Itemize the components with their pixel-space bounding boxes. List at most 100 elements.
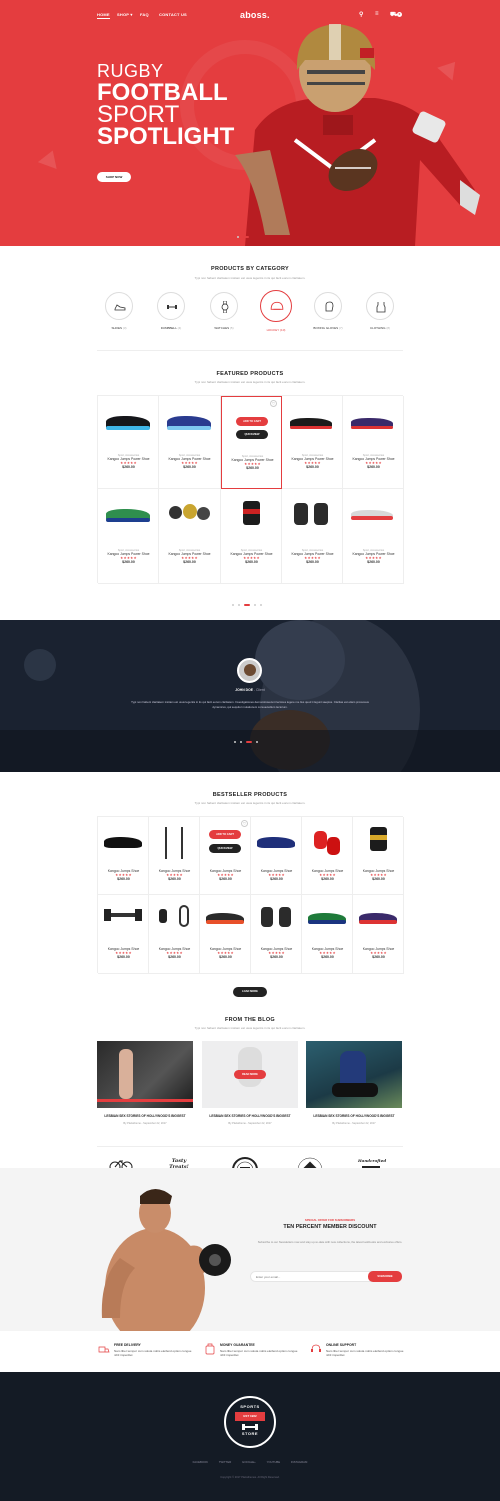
client-name: JOHN DOE - Client — [235, 688, 265, 692]
footer-link-facebook[interactable]: FACEBOOK — [193, 1460, 208, 1464]
product-card[interactable]: Kangoo Jumps Shoe ★★★★★ $260.00 — [302, 817, 353, 895]
product-card[interactable]: Sport, Accessories Kangoo Jumps Power Sho… — [282, 489, 343, 584]
product-card[interactable]: Kangoo Jumps Shoe ★★★★★ $260.00 — [251, 895, 302, 974]
blog-image[interactable] — [306, 1041, 402, 1108]
blog-meta: By Plazatheme - September 22, 2017 — [123, 1122, 167, 1125]
product-price: $260.00 — [245, 560, 258, 564]
category-shoes[interactable]: SHOES (3) — [99, 292, 139, 330]
hero-slider-dots[interactable] — [235, 228, 251, 238]
email-input[interactable] — [256, 1273, 356, 1281]
blog-post-title[interactable]: LESBIAN SEX STORIES OF HOLLYWOOD'S BIGGE… — [202, 1114, 298, 1118]
blog-image[interactable] — [97, 1041, 193, 1108]
subscribe-button[interactable]: SUBSCRIBE — [368, 1271, 402, 1282]
category-clothing[interactable]: CLOTHING (8) — [360, 292, 400, 330]
product-card[interactable]: Kangoo Jumps Shoe ★★★★★ $260.00 — [149, 817, 200, 895]
product-card[interactable]: Sport, Accessories Kangoo Jumps Power Sho… — [221, 489, 282, 584]
boxing-glove-icon — [325, 301, 334, 312]
featured-title: FEATURED PRODUCTS — [216, 371, 284, 377]
product-card[interactable]: Sport, Accessories Kangoo Jumps Power Sho… — [98, 396, 159, 489]
featured-grid: Sport, Accessories Kangoo Jumps Power Sho… — [97, 395, 404, 584]
quickview-button[interactable]: QUICKVIEW — [236, 430, 268, 439]
nav-home[interactable]: HOME — [97, 12, 110, 19]
copyright: Copyright © 2017 Plazathemes. All Right … — [220, 1476, 280, 1479]
footer-links: FACEBOOK TWITTER GOOGLE+ YOUTUBE INSTAGR… — [0, 1460, 500, 1464]
featured-subtitle: Typi non habent claritatem insitam est u… — [194, 380, 306, 384]
quickview-button[interactable]: QUICKVIEW — [209, 844, 241, 853]
newsletter-form: SUBSCRIBE — [250, 1271, 402, 1282]
add-to-cart-button[interactable]: ADD TO CART — [209, 830, 241, 839]
wishlist-icon[interactable]: ♡ — [270, 400, 277, 407]
load-more-button[interactable]: LOAD MORE — [233, 987, 267, 997]
nav-shop[interactable]: SHOP ▾ — [117, 12, 133, 17]
footer-logo-ribbon: EST 1962 — [235, 1412, 265, 1421]
product-card[interactable]: Sport, Accessories Kangoo Jumps Power Sho… — [343, 489, 404, 584]
category-boxing-gloves[interactable]: BOXING GLOVES (7) — [308, 292, 348, 330]
product-card[interactable]: Kangoo Jumps Shoe ★★★★★ $260.00 — [98, 895, 149, 974]
blog-post-title[interactable]: LESBIAN SEX STORIES OF HOLLYWOOD'S BIGGE… — [97, 1114, 193, 1118]
read-more-button[interactable]: READ MORE — [234, 1070, 266, 1079]
nav-faq[interactable]: FAQ — [140, 12, 149, 17]
footer-logo-badge[interactable]: SPORTS EST 1962 STORE — [224, 1396, 276, 1448]
watch-icon — [221, 301, 229, 313]
product-card[interactable]: Kangoo Jumps Shoe ★★★★★ $260.00 — [302, 895, 353, 974]
support-headset-icon — [311, 1344, 321, 1352]
bestseller-subtitle: Typi non habent claritatem insitam est u… — [194, 801, 306, 805]
product-card[interactable]: Kangoo Jumps Shoe ★★★★★ $260.00 — [98, 817, 149, 895]
newsletter-text: Subscribe to our Newsletters now and sta… — [257, 1240, 403, 1244]
slide-dot[interactable] — [237, 235, 239, 238]
product-card[interactable]: Kangoo Jumps Shoe ★★★★★ $260.00 — [200, 895, 251, 974]
product-card[interactable]: Sport, Accessories Kangoo Jumps Power Sho… — [343, 396, 404, 489]
categories-title: PRODUCTS BY CATEGORY — [210, 266, 289, 272]
category-hockey[interactable]: HOCKEY (10) — [256, 290, 296, 332]
wishlist-icon[interactable]: ♡ — [241, 820, 248, 827]
cart-count-badge: 0 — [397, 12, 402, 17]
footer-link-youtube[interactable]: YOUTUBE — [267, 1460, 281, 1464]
product-image — [294, 503, 308, 525]
shop-now-button[interactable]: SHOP NOW — [97, 172, 131, 182]
product-card-hover[interactable]: ADD TO CART QUICKVIEW Kangoo Jumps Shoe ★★★… — [200, 817, 251, 895]
player-image — [235, 20, 485, 246]
slide-dot-active[interactable] — [243, 235, 249, 238]
main-nav: HOME SHOP ▾ FAQ CONTACT US aboss. ⚲ ≡ ⛟ … — [0, 10, 500, 24]
product-card-hover[interactable]: ADD TO CART QUICKVIEW Sport, Accessories… — [221, 396, 282, 489]
menu-icon[interactable]: ≡ — [375, 11, 379, 17]
hero-headline: RUGBY FOOTBALL SPORT SPOTLIGHT — [97, 60, 234, 149]
testimonial-text: Typi non habent claritatem insitam est u… — [131, 700, 369, 709]
nav-contact[interactable]: CONTACT US — [159, 12, 187, 17]
feature-online-support: ONLINE SUPPORT Nam liber tempor cum solut… — [310, 1343, 406, 1357]
site-logo[interactable]: aboss. — [240, 10, 270, 20]
add-to-cart-button[interactable]: ADD TO CART — [236, 417, 268, 426]
category-watches[interactable]: WATCHES (5) — [204, 292, 244, 330]
dumbbell-icon — [167, 305, 177, 309]
money-bag-icon — [205, 1343, 215, 1355]
blog-image-hover[interactable]: READ MORE — [202, 1041, 298, 1108]
testimonial-dots[interactable] — [232, 733, 260, 743]
footer-link-google-plus[interactable]: GOOGLE+ — [242, 1460, 256, 1464]
product-card[interactable]: Kangoo Jumps Shoe ★★★★★ $260.00 — [353, 817, 404, 895]
product-price: $260.00 — [306, 465, 319, 469]
product-card[interactable]: Kangoo Jumps Shoe ★★★★★ $260.00 — [251, 817, 302, 895]
testimonial-section: JOHN DOE - Client Typi non habent clarit… — [0, 620, 500, 772]
testimonial-background — [0, 620, 500, 772]
footer-link-twitter[interactable]: TWITTER — [219, 1460, 231, 1464]
product-card[interactable]: Sport, Accessories Kangoo Jumps Power Sho… — [159, 396, 221, 489]
dumbbell-icon — [242, 1424, 258, 1430]
divider — [97, 1146, 403, 1147]
category-dumbbell[interactable]: DUMBBELL (4) — [151, 292, 191, 330]
product-card[interactable]: Kangoo Jumps Shoe ★★★★★ $260.00 — [353, 895, 404, 974]
featured-pagination[interactable] — [230, 596, 264, 606]
blog-subtitle: Typi non habent claritatem insitam est u… — [194, 1026, 306, 1030]
product-price: $260.00 — [122, 560, 135, 564]
blog-post-title[interactable]: LESBIAN SEX STORIES OF HOLLYWOOD'S BIGGE… — [306, 1114, 402, 1118]
footer-link-instagram[interactable]: INSTAGRAM — [291, 1460, 307, 1464]
search-icon[interactable]: ⚲ — [359, 11, 364, 18]
product-card[interactable]: Sport, Accessories Kangoo Jumps Power Sho… — [98, 489, 159, 584]
product-price: $260.00 — [183, 465, 196, 469]
shoe-icon — [114, 304, 126, 311]
product-price: $260.00 — [306, 560, 319, 564]
feature-money-guarantee: MONEY GUARANTEE Nam liber tempor cum solu… — [204, 1343, 300, 1357]
product-card[interactable]: Sport, Accessories Kangoo Jumps Power Sho… — [159, 489, 221, 584]
product-card[interactable]: Kangoo Jumps Shoe ★★★★★ $260.00 — [149, 895, 200, 974]
product-card[interactable]: Sport, Accessories Kangoo Jumps Power Sho… — [282, 396, 343, 489]
newsletter-title: TEN PERCENT MEMBER DISCOUNT — [283, 1224, 377, 1230]
